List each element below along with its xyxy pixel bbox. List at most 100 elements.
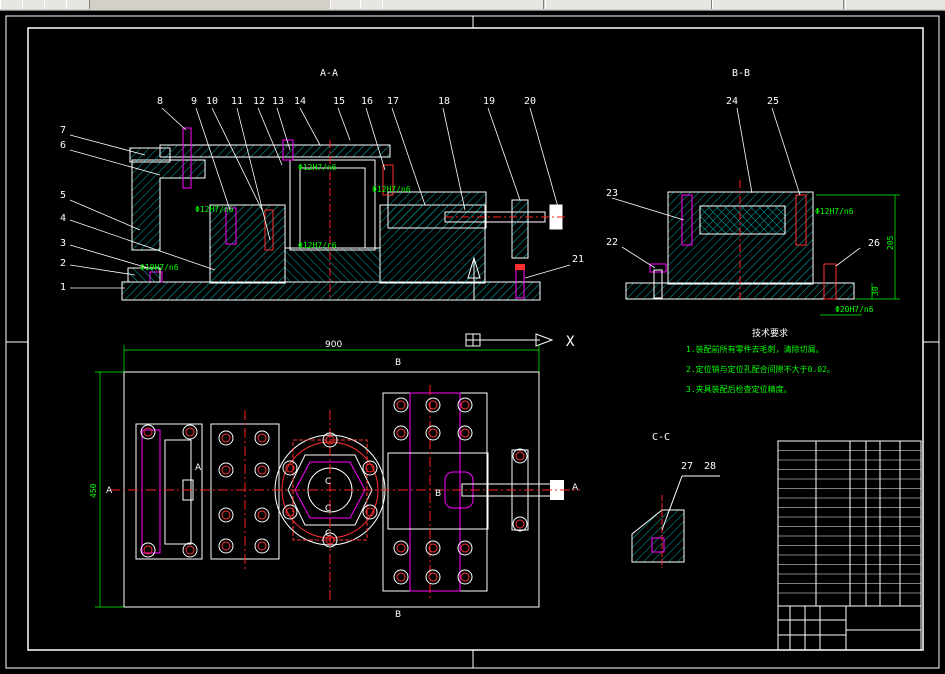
svg-text:C: C: [325, 504, 331, 514]
svg-text:14: 14: [294, 96, 306, 107]
svg-text:1.装配前所有零件去毛刺，清除切屑。: 1.装配前所有零件去毛刺，清除切屑。: [686, 344, 824, 354]
svg-text:25: 25: [767, 96, 779, 107]
svg-text:450: 450: [89, 483, 98, 498]
svg-text:Φ20H7/n6: Φ20H7/n6: [835, 305, 874, 314]
svg-text:2.定位销与定位孔配合间隙不大于0.02。: 2.定位销与定位孔配合间隙不大于0.02。: [686, 364, 835, 374]
svg-text:Φ12H7/r6: Φ12H7/r6: [298, 241, 337, 250]
svg-text:Φ12H7/n6: Φ12H7/n6: [815, 207, 854, 216]
bolt-hole: [393, 397, 409, 413]
svg-text:26: 26: [868, 238, 880, 249]
svg-text:24: 24: [726, 96, 738, 107]
bolt-hole: [512, 448, 528, 464]
toolbar-button-3[interactable]: [44, 0, 68, 9]
bolt-hole: [140, 542, 156, 558]
svg-text:Φ12H7/n6: Φ12H7/n6: [372, 185, 411, 194]
svg-text:12: 12: [253, 96, 265, 107]
bolt-hole: [425, 569, 441, 585]
lineweight-dropdown[interactable]: [845, 0, 945, 9]
svg-text:B: B: [395, 358, 401, 368]
svg-text:205: 205: [886, 235, 895, 250]
svg-text:1: 1: [60, 282, 66, 293]
bolt-hole: [140, 424, 156, 440]
bolt-hole: [254, 507, 270, 523]
bolt-hole: [218, 462, 234, 478]
bolt-hole: [254, 538, 270, 554]
svg-text:21: 21: [572, 254, 584, 265]
bolt-hole: [512, 516, 528, 532]
svg-text:B: B: [435, 489, 441, 499]
linetype-dropdown[interactable]: [712, 0, 844, 9]
svg-text:20: 20: [524, 96, 536, 107]
svg-text:X: X: [566, 334, 575, 350]
svg-text:27: 27: [681, 461, 693, 472]
svg-text:18: 18: [438, 96, 450, 107]
svg-text:A: A: [106, 486, 113, 496]
svg-text:9: 9: [191, 96, 197, 107]
bolt-hole: [182, 424, 198, 440]
section-cc-view: C-C 27 28: [631, 432, 720, 568]
svg-text:23: 23: [606, 188, 618, 199]
bolt-hole: [425, 397, 441, 413]
svg-text:10: 10: [206, 96, 218, 107]
svg-text:Φ12H7/n6: Φ12H7/n6: [195, 205, 234, 214]
svg-text:13: 13: [272, 96, 284, 107]
section-aa-title: A-A: [320, 68, 338, 79]
svg-text:30: 30: [871, 286, 880, 296]
svg-text:A: A: [195, 463, 202, 473]
bolt-hole: [218, 507, 234, 523]
svg-text:3: 3: [60, 238, 66, 249]
svg-text:3.夹具装配后检查定位精度。: 3.夹具装配后检查定位精度。: [686, 384, 792, 394]
svg-text:A: A: [572, 483, 579, 493]
bolt-hole: [218, 538, 234, 554]
bolt-hole: [254, 462, 270, 478]
base-plate: [121, 281, 541, 301]
bore-housing: [289, 159, 376, 251]
tech-requirements: 技术要求 1.装配前所有零件去毛刺，清除切屑。 2.定位销与定位孔配合间隙不大于…: [686, 327, 835, 394]
svg-text:19: 19: [483, 96, 495, 107]
bolt-hole: [182, 542, 198, 558]
svg-text:22: 22: [606, 237, 618, 248]
bolt-holes: [140, 397, 528, 585]
body-left: [209, 204, 286, 284]
svg-text:技术要求: 技术要求: [752, 327, 788, 339]
svg-text:B: B: [395, 610, 401, 620]
toolbar-button-4[interactable]: [66, 0, 90, 9]
toolbar-button-1[interactable]: [0, 0, 24, 9]
section-bb-view: B-B 205 30 Φ12H7/n6 Φ20H7/n6: [625, 68, 900, 316]
toolbar-button-5[interactable]: [330, 0, 362, 9]
bolt-hole: [425, 540, 441, 556]
toolbar-button-6[interactable]: [360, 0, 384, 9]
svg-text:11: 11: [231, 96, 243, 107]
svg-text:4: 4: [60, 213, 66, 224]
svg-text:5: 5: [60, 190, 66, 201]
svg-text:28: 28: [704, 461, 716, 472]
svg-text:8: 8: [157, 96, 163, 107]
title-block: [777, 440, 922, 651]
pressing-plate: [159, 144, 391, 158]
svg-text:6: 6: [60, 140, 66, 151]
svg-text:15: 15: [333, 96, 345, 107]
bolt-hole: [425, 425, 441, 441]
drawing-canvas[interactable]: A-A Φ12H7/n6 Φ10H7/n6 Φ12H7/n6 Φ12H7/r6 …: [0, 10, 945, 674]
svg-text:2: 2: [60, 258, 66, 269]
bolt-hole: [393, 540, 409, 556]
plan-view: 900 450 B B B A A C C C A: [89, 340, 580, 620]
bolt-hole: [393, 569, 409, 585]
toolbar-button-2[interactable]: [22, 0, 46, 9]
bolt-hole: [218, 430, 234, 446]
color-dropdown[interactable]: [545, 0, 712, 9]
svg-text:900: 900: [325, 340, 342, 350]
bolt-hole: [393, 425, 409, 441]
svg-text:17: 17: [387, 96, 399, 107]
svg-text:C: C: [325, 477, 331, 487]
ucs-icon: X: [465, 333, 575, 350]
layer-dropdown[interactable]: [382, 0, 544, 9]
svg-text:C-C: C-C: [652, 432, 670, 443]
svg-text:16: 16: [361, 96, 373, 107]
bolt-hole: [254, 430, 270, 446]
slider-block: [387, 191, 487, 229]
svg-text:B-B: B-B: [732, 68, 750, 79]
svg-text:7: 7: [60, 125, 66, 136]
inner-frame: [27, 27, 924, 651]
svg-text:Φ12H7/n6: Φ12H7/n6: [298, 163, 337, 172]
